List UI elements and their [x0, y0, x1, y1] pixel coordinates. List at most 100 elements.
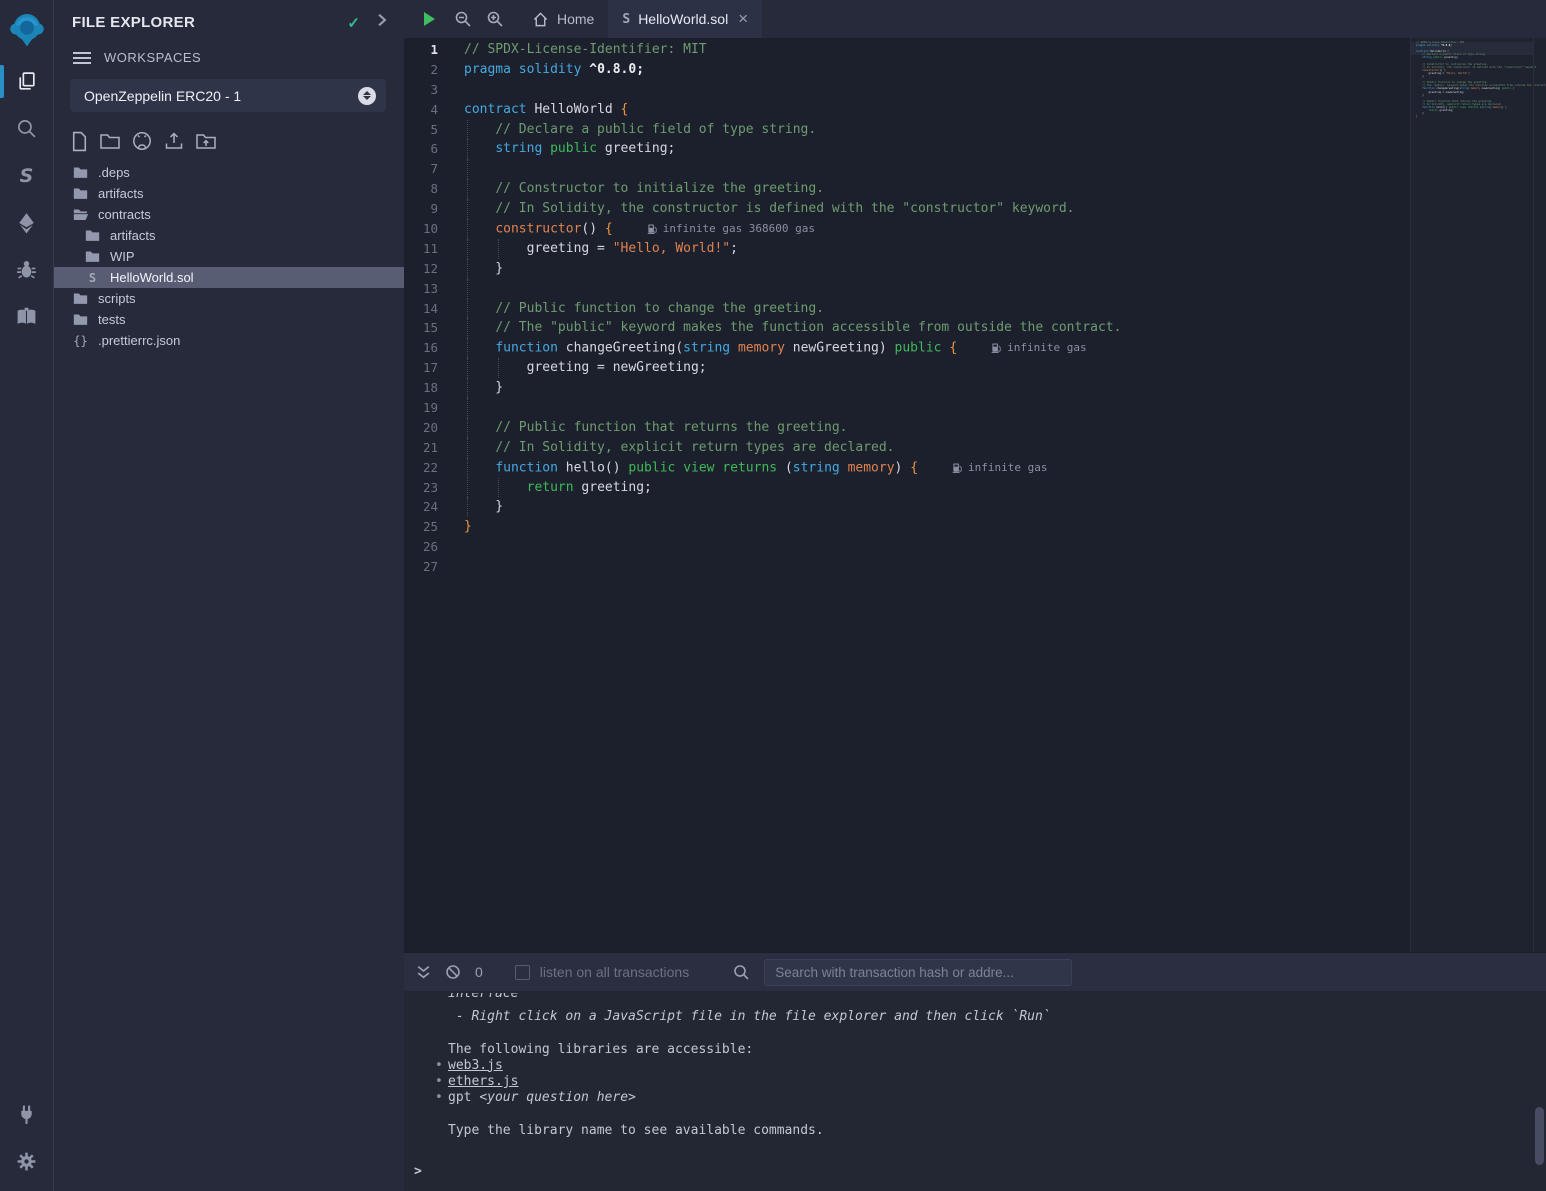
code-line-23: 23 return greeting; — [404, 478, 1546, 498]
listen-transactions-checkbox[interactable] — [515, 965, 530, 980]
indent-guide — [467, 279, 468, 299]
indent-guide — [467, 139, 468, 159]
tree-item-tests[interactable]: tests — [54, 309, 404, 330]
clone-github-button[interactable] — [131, 130, 153, 152]
transaction-count: 0 — [475, 964, 483, 980]
sidebar-item-debugger[interactable] — [0, 246, 53, 293]
tree-item-artifacts[interactable]: artifacts — [54, 183, 404, 204]
terminal-scrollbar-thumb[interactable] — [1535, 1107, 1544, 1165]
folder-icon — [85, 229, 100, 242]
tree-item-artifacts[interactable]: artifacts — [54, 225, 404, 246]
gear-icon — [15, 1150, 38, 1173]
indent-guide — [467, 398, 468, 418]
terminal-line: interface — [448, 993, 1546, 1009]
zoom-in-icon[interactable] — [486, 10, 504, 28]
line-number: 8 — [404, 179, 464, 199]
minimap-viewport[interactable] — [1411, 42, 1533, 55]
sidebar-item-learneth[interactable] — [0, 293, 53, 340]
line-content: string public greeting; — [464, 139, 675, 159]
tab-helloworld-sol[interactable]: S HelloWorld.sol × — [608, 0, 762, 38]
tree-item--deps[interactable]: .deps — [54, 162, 404, 183]
folder-icon — [73, 166, 88, 179]
code-line-12: 12 } — [404, 259, 1546, 279]
tree-item-label: artifacts — [98, 186, 144, 201]
gas-estimate-annotation[interactable]: infinite gas — [952, 458, 1047, 478]
line-content: greeting = newGreeting; — [464, 358, 707, 378]
workspace-name: OpenZeppelin ERC20 - 1 — [84, 88, 358, 104]
terminal-line: The following libraries are accessible: — [448, 1042, 1546, 1058]
code-line-5: 5 // Declare a public field of type stri… — [404, 120, 1546, 140]
terminal-line — [448, 1025, 1546, 1041]
line-number: 21 — [404, 438, 464, 458]
sidebar-item-file-explorer[interactable] — [0, 58, 53, 105]
gas-pump-icon — [991, 342, 1002, 354]
line-content: // Public function that returns the gree… — [464, 418, 848, 438]
code-line-9: 9 // In Solidity, the constructor is def… — [404, 199, 1546, 219]
library-link[interactable]: ethers.js — [448, 1074, 518, 1089]
tree-item-label: WIP — [110, 249, 135, 264]
tab-home[interactable]: Home — [518, 0, 608, 38]
sidebar-item-plugin-manager[interactable] — [0, 1091, 53, 1138]
folder-icon — [73, 187, 88, 200]
indent-guide — [498, 478, 499, 498]
code-line-17: 17 greeting = newGreeting; — [404, 358, 1546, 378]
indent-guide — [467, 338, 468, 358]
line-content: function changeGreeting(string memory ne… — [464, 338, 1087, 358]
new-file-button[interactable] — [70, 130, 89, 152]
line-content: // Constructor to initialize the greetin… — [464, 179, 824, 199]
tree-item-contracts[interactable]: contracts — [54, 204, 404, 225]
activity-bar: S — [0, 0, 54, 1191]
upload-folder-button[interactable] — [195, 130, 217, 152]
upload-file-button[interactable] — [163, 130, 185, 152]
ethereum-deploy-icon — [15, 211, 38, 234]
solidity-file-icon: S — [89, 271, 96, 285]
library-link[interactable]: web3.js — [448, 1058, 503, 1073]
code-line-18: 18 } — [404, 378, 1546, 398]
tree-item-wip[interactable]: WIP — [54, 246, 404, 267]
code-line-8: 8 // Constructor to initialize the greet… — [404, 179, 1546, 199]
editor-scrollbar[interactable] — [1533, 38, 1546, 952]
transaction-search-input[interactable] — [764, 959, 1072, 986]
sidebar-item-settings[interactable] — [0, 1138, 53, 1185]
tree-item--prettierrc-json[interactable]: {}.prettierrc.json — [54, 330, 404, 351]
line-number: 10 — [404, 219, 464, 239]
tree-item-scripts[interactable]: scripts — [54, 288, 404, 309]
solidity-compiler-icon: S — [20, 165, 34, 187]
gas-estimate-annotation[interactable]: infinite gas — [991, 338, 1086, 358]
indent-guide — [467, 358, 468, 378]
sidebar-item-deploy-and-run[interactable] — [0, 199, 53, 246]
main-area: Home S HelloWorld.sol × 1// SPDX-License… — [404, 0, 1546, 1191]
file-explorer-icon — [15, 70, 38, 93]
remix-logo-button[interactable] — [0, 0, 53, 58]
gas-estimate-annotation[interactable]: infinite gas 368600 gas — [647, 219, 815, 239]
workspace-select[interactable]: OpenZeppelin ERC20 - 1 — [70, 79, 386, 112]
terminal-prompt[interactable]: > — [414, 1164, 422, 1179]
zoom-out-icon[interactable] — [454, 10, 472, 28]
code-editor[interactable]: 1// SPDX-License-Identifier: MIT2pragma … — [404, 38, 1546, 952]
check-icon[interactable]: ✓ — [347, 14, 360, 32]
chevron-right-icon[interactable] — [376, 13, 388, 32]
code-line-14: 14 // Public function to change the gree… — [404, 299, 1546, 319]
sidebar-item-search[interactable] — [0, 105, 53, 152]
code-line-26: 26 — [404, 537, 1546, 557]
tree-item-helloworld-sol[interactable]: SHelloWorld.sol — [54, 267, 404, 288]
line-content: // The "public" keyword makes the functi… — [464, 318, 1121, 338]
folder-open-icon — [73, 208, 89, 221]
clear-console-icon[interactable] — [445, 964, 461, 980]
expand-terminal-icon[interactable] — [416, 965, 431, 980]
folder-icon — [73, 313, 88, 326]
line-number: 19 — [404, 398, 464, 418]
line-content: } — [464, 259, 503, 279]
tree-item-label: .prettierrc.json — [98, 333, 180, 348]
hamburger-menu-icon[interactable] — [72, 51, 92, 65]
terminal-line — [448, 1106, 1546, 1122]
close-tab-icon[interactable]: × — [738, 9, 748, 29]
terminal-output[interactable]: interface - Right click on a JavaScript … — [404, 991, 1546, 1191]
run-script-button[interactable] — [420, 10, 438, 28]
tree-item-label: artifacts — [110, 228, 156, 243]
new-folder-button[interactable] — [99, 130, 121, 152]
code-line-13: 13 — [404, 279, 1546, 299]
remix-logo-icon — [7, 9, 47, 49]
sidebar-item-solidity-compiler[interactable]: S — [0, 152, 53, 199]
code-line-20: 20 // Public function that returns the g… — [404, 418, 1546, 438]
